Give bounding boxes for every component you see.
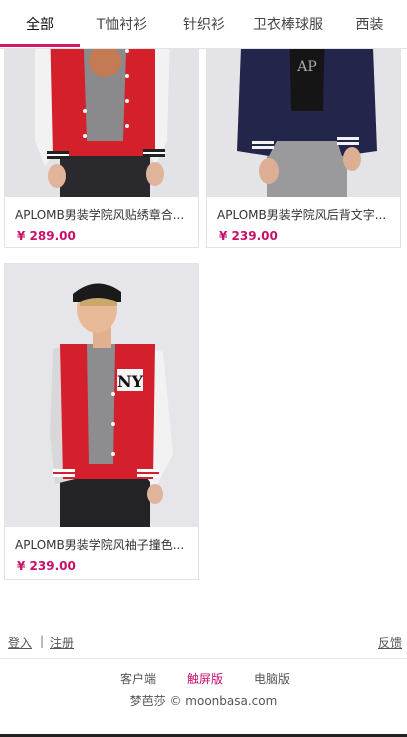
product-price: ¥ 239.00	[17, 559, 76, 573]
touch-version-link[interactable]: 触屏版	[187, 670, 223, 687]
auth-row: 登入 | 注册 反馈	[0, 628, 407, 659]
login-link[interactable]: 登入	[8, 634, 32, 651]
product-card[interactable]: NY APLOMB男装学院风袖子撞色... ¥ 239.00	[4, 263, 199, 580]
tab-hoodie-baseball[interactable]: 卫衣棒球服	[244, 0, 332, 48]
active-tab-indicator	[0, 44, 80, 47]
auth-separator: |	[40, 634, 45, 648]
product-price: ¥ 239.00	[219, 229, 278, 243]
svg-text:AP: AP	[296, 59, 317, 75]
product-image[interactable]: NY	[5, 264, 198, 527]
product-price: ¥ 289.00	[17, 229, 76, 243]
product-name[interactable]: APLOMB男装学院风贴绣章合...	[15, 206, 191, 223]
tab-knitwear[interactable]: 针织衫	[164, 0, 244, 48]
desktop-version-link[interactable]: 电脑版	[254, 670, 290, 687]
register-link[interactable]: 注册	[50, 634, 74, 651]
category-tabs: 全部 T恤衬衫 针织衫 卫衣棒球服 西装	[0, 0, 407, 49]
tab-tshirt-shirt[interactable]: T恤衬衫	[80, 0, 164, 48]
tab-all[interactable]: 全部	[0, 0, 80, 48]
feedback-link[interactable]: 反馈	[378, 634, 402, 651]
product-name[interactable]: APLOMB男装学院风袖子撞色...	[15, 536, 191, 553]
svg-text:NY: NY	[117, 372, 144, 391]
tab-suit[interactable]: 西装	[332, 0, 407, 48]
version-links: 客户端 触屏版 电脑版	[0, 670, 407, 688]
client-version-link[interactable]: 客户端	[120, 670, 156, 687]
copyright: 梦芭莎 © moonbasa.com	[129, 694, 278, 708]
product-name[interactable]: APLOMB男装学院风后背文字...	[217, 206, 393, 223]
